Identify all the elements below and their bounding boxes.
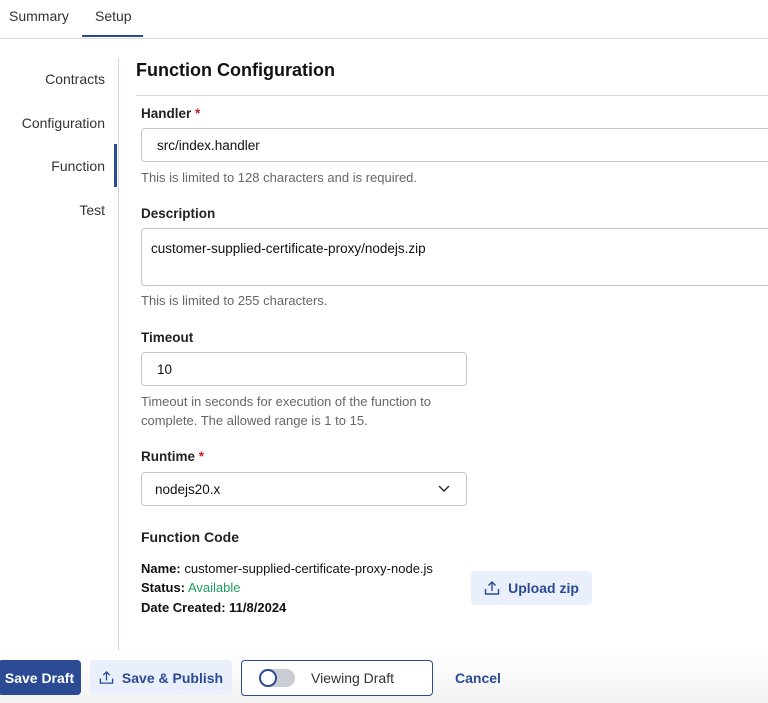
- chevron-down-icon: [438, 485, 450, 493]
- toggle-label: Viewing Draft: [311, 670, 395, 686]
- runtime-label: Runtime *: [141, 449, 205, 464]
- description-help: This is limited to 255 characters.: [141, 293, 328, 308]
- timeout-input[interactable]: 10: [141, 352, 467, 386]
- sidebar-item-test[interactable]: Test: [79, 202, 105, 218]
- sidebar-item-contracts[interactable]: Contracts: [45, 71, 105, 87]
- upload-icon: [99, 670, 114, 684]
- save-draft-button[interactable]: Save Draft: [0, 660, 81, 695]
- function-date: Date Created: 11/8/2024: [141, 600, 287, 615]
- tab-summary[interactable]: Summary: [9, 8, 69, 24]
- toggle-switch[interactable]: [259, 669, 295, 687]
- description-textarea[interactable]: customer-supplied-certificate-proxy/node…: [141, 228, 768, 286]
- timeout-help-1: Timeout in seconds for execution of the …: [141, 394, 432, 409]
- function-name: Name: customer-supplied-certificate-prox…: [141, 561, 433, 576]
- function-code-title: Function Code: [141, 529, 239, 545]
- tab-setup[interactable]: Setup: [95, 8, 132, 24]
- active-tab-indicator: [82, 35, 143, 37]
- function-status: Status: Available: [141, 580, 241, 595]
- cancel-button[interactable]: Cancel: [455, 670, 501, 686]
- title-divider: [136, 95, 768, 96]
- runtime-value: nodejs20.x: [155, 481, 221, 497]
- viewing-draft-toggle[interactable]: Viewing Draft: [241, 660, 433, 696]
- sidebar-item-configuration[interactable]: Configuration: [22, 115, 105, 131]
- handler-input[interactable]: src/index.handler: [141, 128, 768, 162]
- handler-help: This is limited to 128 characters and is…: [141, 170, 418, 185]
- runtime-select[interactable]: nodejs20.x: [141, 472, 467, 506]
- timeout-label: Timeout: [141, 330, 194, 345]
- description-label: Description: [141, 206, 216, 221]
- sidebar-item-function[interactable]: Function: [51, 158, 105, 174]
- upload-icon: [484, 581, 500, 595]
- timeout-help-2: complete. The allowed range is 1 to 15.: [141, 413, 368, 428]
- sidebar-divider: [118, 58, 119, 650]
- sidebar-active-indicator: [114, 144, 117, 187]
- handler-label: Handler *: [141, 106, 201, 121]
- page-title: Function Configuration: [136, 60, 335, 80]
- upload-zip-button[interactable]: Upload zip: [471, 571, 592, 605]
- save-publish-button[interactable]: Save & Publish: [90, 660, 232, 695]
- divider: [0, 38, 768, 39]
